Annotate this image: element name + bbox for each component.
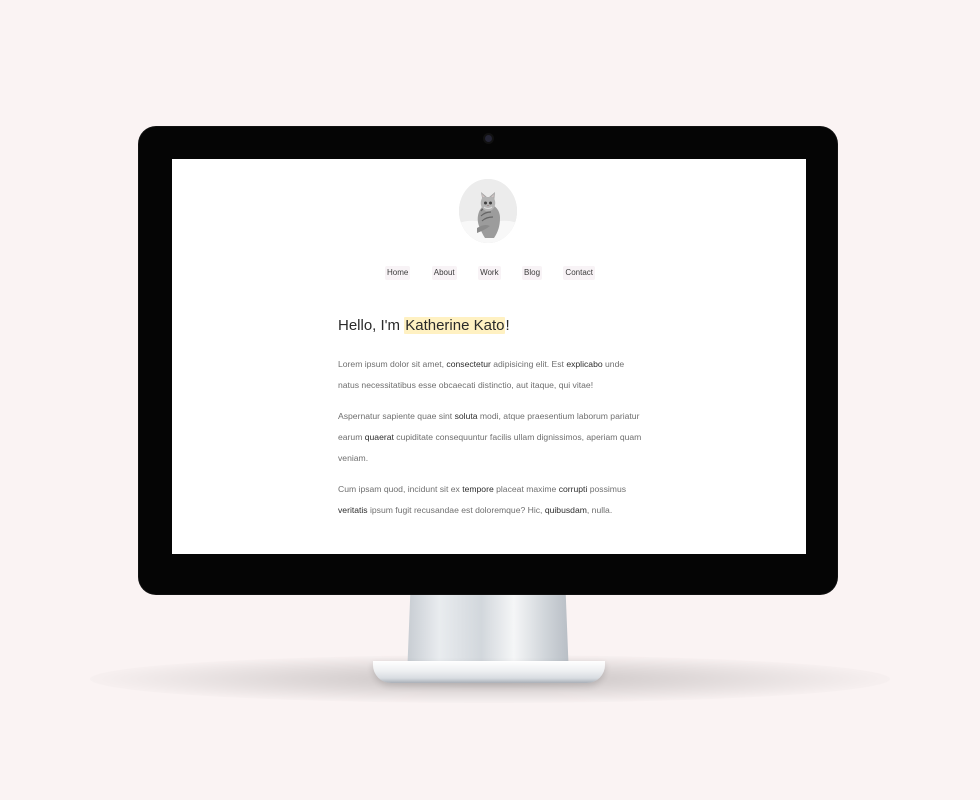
nav-home-link[interactable]: Home xyxy=(385,266,411,280)
paragraph-text: Lorem ipsum dolor sit amet, xyxy=(338,359,447,369)
emphasized-word: quibusdam xyxy=(544,505,587,515)
monitor-stand-base xyxy=(373,661,605,683)
emphasized-word: quaerat xyxy=(364,432,394,442)
website-screen: Home About Work Blog Contact Hello, I'm … xyxy=(172,159,806,554)
emphasized-word: consectetur xyxy=(446,359,491,369)
emphasized-word: veritatis xyxy=(338,505,368,515)
nav-about-link[interactable]: About xyxy=(431,266,457,280)
paragraph-text: , nulla. xyxy=(586,505,613,515)
paragraph-text: possimus xyxy=(587,484,627,494)
camera-icon xyxy=(485,135,492,142)
paragraph-text: Cum ipsam quod, incidunt sit ex xyxy=(338,484,463,494)
paragraph-text: ipsum fugit recusandae est doloremque? H… xyxy=(367,505,545,515)
intro-paragraph-1: Lorem ipsum dolor sit amet, consectetur … xyxy=(338,354,642,396)
emphasized-word: tempore xyxy=(462,484,494,494)
nav-contact-link[interactable]: Contact xyxy=(563,266,595,280)
nav-blog-link[interactable]: Blog xyxy=(522,266,543,280)
highlighted-name: Katherine Kato xyxy=(404,317,506,334)
emphasized-word: soluta xyxy=(454,411,478,421)
hero-punctuation: ! xyxy=(505,317,510,334)
paragraph-text: adipisicing elit. Est xyxy=(490,359,567,369)
emphasized-word: corrupti xyxy=(558,484,588,494)
monitor: Home About Work Blog Contact Hello, I'm … xyxy=(138,126,838,595)
paragraph-text: placeat maxime xyxy=(493,484,559,494)
hero-heading: Hello, I'm Katherine Kato! xyxy=(338,311,642,341)
nav-work-link[interactable]: Work xyxy=(478,266,501,280)
intro-paragraph-3: Cum ipsam quod, incidunt sit ex tempore … xyxy=(338,479,642,521)
hero-content: Hello, I'm Katherine Kato! Lorem ipsum d… xyxy=(338,311,642,531)
paragraph-text: Aspernatur sapiente quae sint xyxy=(338,411,455,421)
main-navigation: Home About Work Blog Contact xyxy=(385,265,595,281)
cat-avatar xyxy=(459,179,517,243)
emphasized-word: explicabo xyxy=(566,359,603,369)
intro-paragraph-2: Aspernatur sapiente quae sint soluta mod… xyxy=(338,406,642,469)
cat-avatar-image xyxy=(459,179,517,243)
hero-greeting: Hello, I'm xyxy=(338,317,405,334)
